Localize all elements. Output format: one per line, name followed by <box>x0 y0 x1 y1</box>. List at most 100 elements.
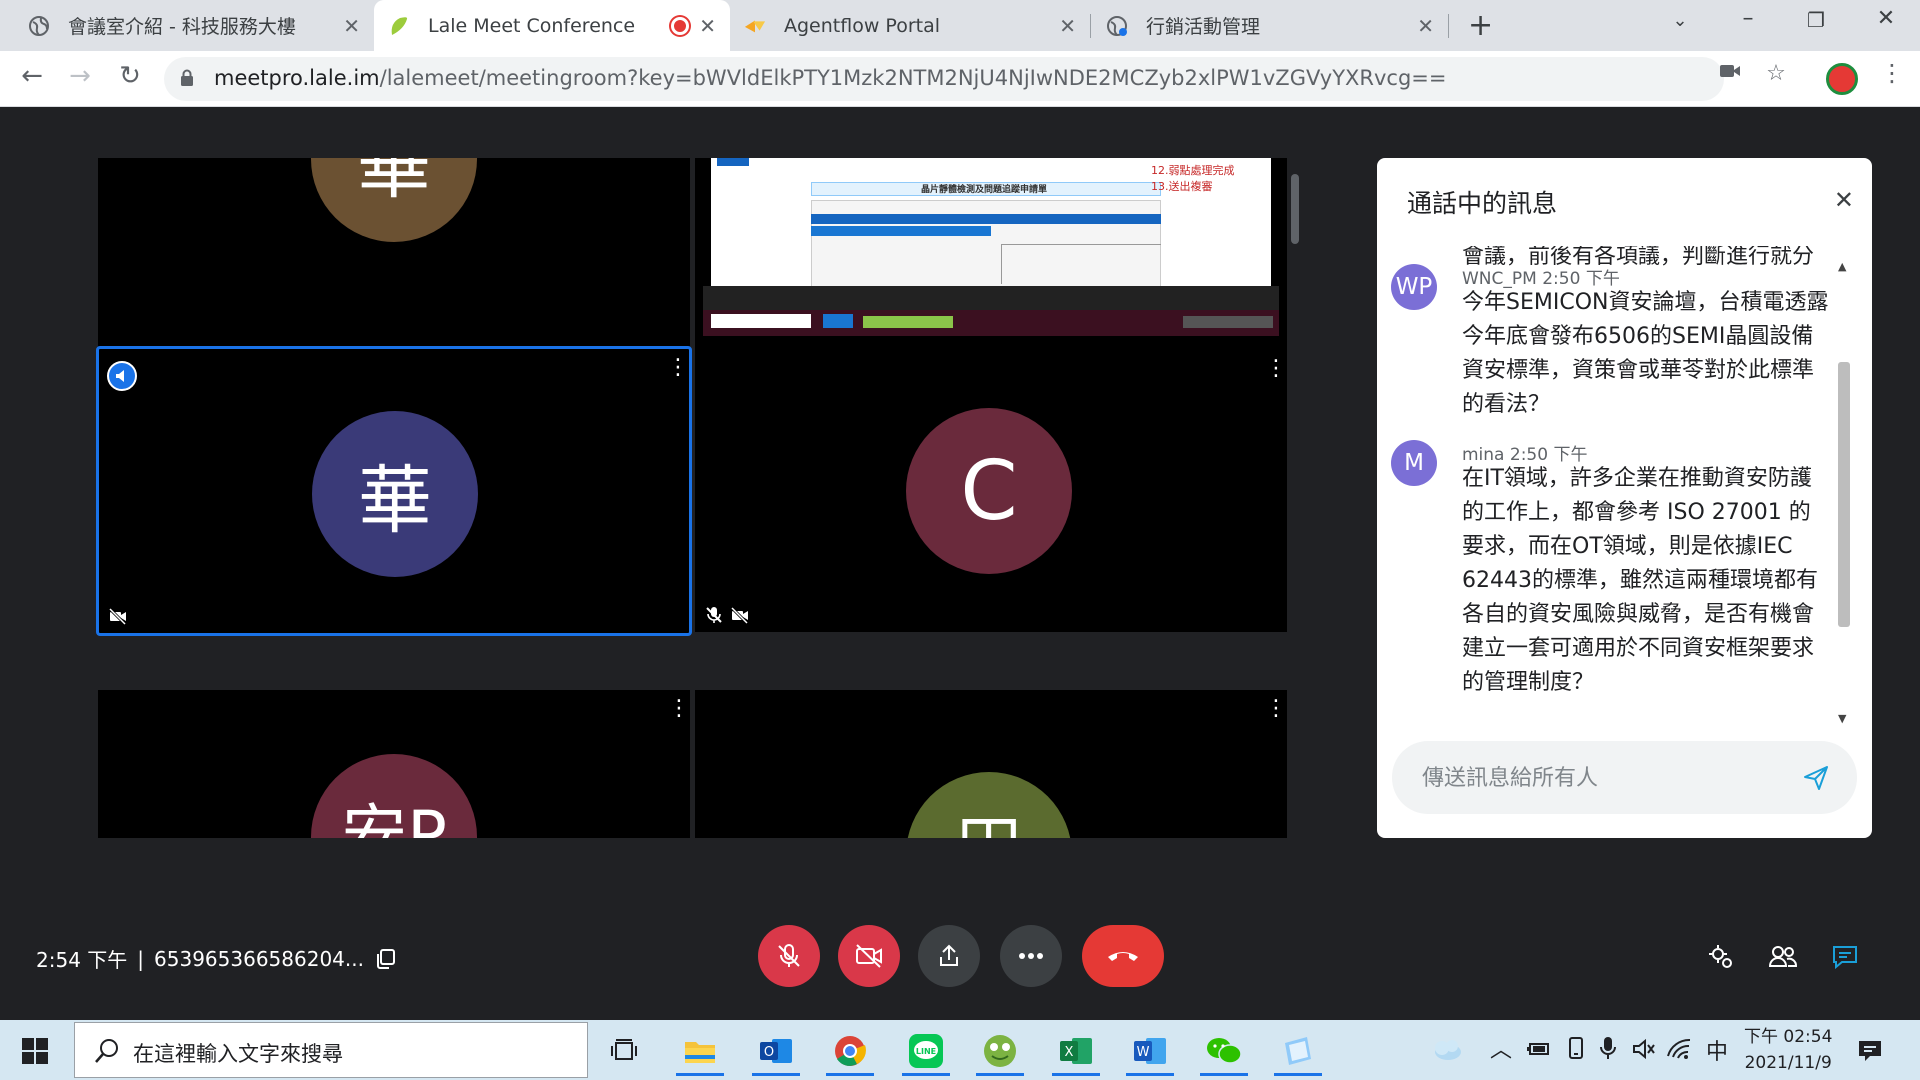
shared-slide: 晶片靜體檢測及問題追蹤申請單 12.弱點處理完成 13.送出複審 <box>711 158 1271 290</box>
lock-icon[interactable] <box>180 69 194 87</box>
close-icon[interactable]: ✕ <box>1059 14 1076 38</box>
slide-title: 晶片靜體檢測及問題追蹤申請單 <box>921 185 1048 195</box>
grid-scrollbar[interactable] <box>1291 174 1299 244</box>
chrome-icon[interactable] <box>822 1026 878 1076</box>
chat-scrollbar[interactable]: ▲ ▼ <box>1834 260 1854 725</box>
notepad-app-icon[interactable] <box>1270 1026 1326 1076</box>
more-options-icon[interactable]: ⋮ <box>668 698 690 720</box>
scroll-up-icon[interactable]: ▲ <box>1838 260 1846 273</box>
message-text: 在IT領域，許多企業在推動資安防護的工作上，都會參考 ISO 27001 的要求… <box>1462 466 1818 695</box>
weather-icon[interactable] <box>1430 1036 1464 1062</box>
scroll-thumb[interactable] <box>1838 362 1850 627</box>
word-icon[interactable]: W <box>1122 1026 1178 1076</box>
mic-toggle-button[interactable] <box>758 925 820 987</box>
profile-avatar[interactable] <box>1826 63 1858 95</box>
svg-text:LINE: LINE <box>916 1047 936 1056</box>
browser-tab[interactable]: 行銷活動管理 ✕ <box>1092 0 1448 51</box>
close-icon[interactable]: ✕ <box>699 14 716 38</box>
frog-app-icon[interactable] <box>972 1026 1028 1076</box>
more-actions-button[interactable] <box>1000 925 1062 987</box>
browser-tab[interactable]: Agentflow Portal ✕ <box>730 0 1090 51</box>
search-placeholder: 在這裡輸入文字來搜尋 <box>133 1042 343 1066</box>
more-options-icon[interactable]: ⋮ <box>667 357 689 379</box>
participant-avatar: 華 <box>311 158 477 242</box>
reload-icon[interactable]: ↻ <box>112 61 148 91</box>
file-explorer-icon[interactable] <box>672 1026 728 1076</box>
speaker-badge-icon <box>107 361 137 391</box>
slide-note: 13.送出複審 <box>1151 180 1213 193</box>
browser-tab[interactable]: 會議室介紹 - 科技服務大樓 ✕ <box>14 0 374 51</box>
taskbar-search[interactable]: 在這裡輸入文字來搜尋 <box>74 1022 588 1078</box>
chat-message-input[interactable] <box>1422 761 1772 795</box>
shared-taskbar <box>703 310 1279 336</box>
meeting-info: 2:54 下午 | 653965366586204... <box>36 944 396 973</box>
scroll-down-icon[interactable]: ▼ <box>1838 712 1846 725</box>
sender-avatar: M <box>1391 440 1437 486</box>
chevron-up-icon[interactable]: ︿ <box>1490 1032 1512 1064</box>
battery-icon[interactable] <box>1526 1038 1550 1058</box>
leave-call-button[interactable] <box>1082 925 1164 987</box>
recording-icon <box>671 16 690 35</box>
copy-icon[interactable] <box>374 948 396 970</box>
svg-text:W: W <box>1137 1045 1150 1060</box>
participant-tile[interactable]: ⋮ C <box>695 350 1287 632</box>
new-tab-icon[interactable]: + <box>1468 8 1493 43</box>
chat-icon[interactable] <box>1830 942 1860 972</box>
sender-avatar: WP <box>1391 264 1437 310</box>
svg-text:O: O <box>764 1045 774 1060</box>
windows-start-icon[interactable] <box>22 1038 48 1064</box>
more-options-icon[interactable]: ⋮ <box>1265 698 1287 720</box>
ime-indicator[interactable]: 中 <box>1706 1034 1728 1066</box>
chat-panel: 通話中的訊息 ✕ 會議，前後有各項議，判斷進行就分 WP WNC_PM 2:50… <box>1377 158 1872 838</box>
close-icon[interactable]: ✕ <box>1834 186 1854 214</box>
notification-center-icon[interactable] <box>1856 1038 1884 1064</box>
forward-icon[interactable]: → <box>62 61 98 91</box>
excel-icon[interactable]: X <box>1048 1026 1104 1076</box>
slide-note: 12.弱點處理完成 <box>1151 164 1235 177</box>
clock-date: 2021/11/9 <box>1744 1053 1832 1073</box>
camera-off-icon <box>109 607 127 625</box>
chat-input-box <box>1392 741 1857 814</box>
system-clock[interactable]: 下午 02:54 2021/11/9 <box>1744 1024 1832 1076</box>
participant-tile-speaking[interactable]: ⋮ 華 <box>96 346 692 636</box>
participant-tile[interactable]: ⋮ 田 <box>695 690 1287 838</box>
line-app-icon[interactable]: LINE <box>898 1026 954 1076</box>
globe-icon <box>28 15 50 37</box>
back-icon[interactable]: ← <box>14 61 50 91</box>
microphone-tray-icon[interactable] <box>1600 1036 1616 1060</box>
camera-blocked-icon[interactable] <box>1716 61 1744 85</box>
outlook-icon[interactable]: O <box>748 1026 804 1076</box>
tab-search-icon[interactable]: ⌄ <box>1660 10 1700 31</box>
close-icon[interactable]: ✕ <box>1417 14 1434 38</box>
minimize-icon[interactable]: – <box>1728 6 1768 31</box>
wifi-icon[interactable] <box>1666 1036 1692 1060</box>
chat-message-list[interactable]: 會議，前後有各項議，判斷進行就分 WP WNC_PM 2:50 下午 今年SEM… <box>1377 246 1837 724</box>
clock-time: 下午 02:54 <box>1744 1027 1833 1047</box>
bookmark-star-icon[interactable]: ☆ <box>1762 61 1790 86</box>
tab-divider <box>1090 14 1091 38</box>
task-view-icon[interactable] <box>596 1026 652 1076</box>
globe-icon <box>1106 15 1128 37</box>
more-options-icon[interactable]: ⋮ <box>1265 358 1287 380</box>
browser-tab-active[interactable]: Lale Meet Conference ✕ <box>374 0 730 51</box>
camera-toggle-button[interactable] <box>838 925 900 987</box>
search-icon <box>95 1039 118 1063</box>
mic-muted-icon <box>706 607 722 623</box>
svg-text:X: X <box>1065 1045 1074 1060</box>
device-icon[interactable] <box>1566 1036 1586 1060</box>
share-screen-button[interactable] <box>918 925 980 987</box>
agentflow-logo-icon <box>744 15 766 37</box>
participant-tile[interactable]: ⋮ 安P <box>98 690 690 838</box>
send-icon[interactable] <box>1803 765 1829 791</box>
participants-icon[interactable] <box>1768 942 1798 972</box>
volume-muted-icon[interactable] <box>1632 1038 1656 1060</box>
restore-icon[interactable]: ❐ <box>1796 8 1836 32</box>
message-text: 今年SEMICON資安論壇，台積電透露今年底會發布6506的SEMI晶圓設備資安… <box>1462 290 1829 417</box>
window-close-icon[interactable]: ✕ <box>1866 6 1906 31</box>
address-bar[interactable]: meetpro.lale.im/lalemeet/meetingroom?key… <box>164 57 1724 101</box>
wechat-icon[interactable] <box>1196 1026 1252 1076</box>
participant-avatar: 安P <box>311 754 477 838</box>
settings-icon[interactable] <box>1706 942 1736 972</box>
close-icon[interactable]: ✕ <box>343 14 360 38</box>
browser-menu-icon[interactable]: ⋮ <box>1880 59 1904 87</box>
